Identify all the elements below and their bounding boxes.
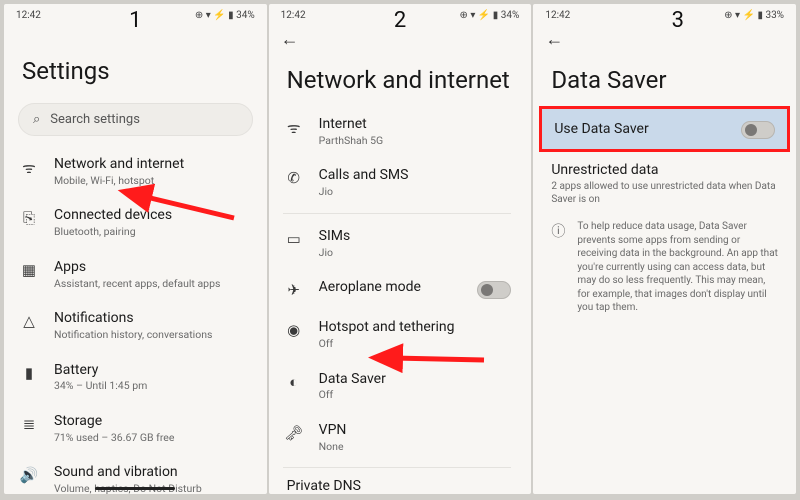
row-storage[interactable]: ≣ Storage 71% used – 36.67 GB free: [4, 403, 261, 454]
vpn-icon: 🗝: [283, 422, 305, 442]
sim-icon: ▭: [283, 228, 305, 248]
row-data-saver[interactable]: ◐ Data Saver Off: [269, 361, 526, 412]
wifi-icon: ᯤ: [18, 156, 40, 178]
row-label: Private DNS: [287, 478, 508, 494]
plane-icon: ✈: [283, 279, 305, 299]
apps-icon: ▦: [18, 259, 40, 279]
data-saver-toggle[interactable]: [741, 121, 775, 139]
clock: 12:42: [281, 10, 306, 21]
row-aeroplane-mode[interactable]: ✈ Aeroplane mode: [269, 269, 526, 309]
row-label: Data Saver: [319, 371, 512, 388]
row-label: Connected devices: [54, 207, 247, 224]
wifi-icon: ᯤ: [283, 116, 305, 138]
unrestricted-sub: 2 apps allowed to use unrestricted data …: [533, 178, 796, 214]
row-sub: Off: [319, 338, 512, 351]
datasaver-icon: ◐: [283, 371, 305, 391]
screen-1-settings: 1 12:42 ⊕ ▾ ⚡ ▮ 34% Settings ⌕ Search se…: [4, 4, 267, 494]
row-label: Battery: [54, 362, 247, 379]
row-battery[interactable]: ▮ Battery 34% – Until 1:45 pm: [4, 352, 261, 403]
info-icon: ⓘ: [551, 220, 565, 241]
step-number-1: 1: [129, 8, 141, 33]
row-network-internet[interactable]: ᯤ Network and internet Mobile, Wi-Fi, ho…: [4, 146, 261, 197]
row-sims[interactable]: ▭ SIMs Jio: [269, 218, 526, 269]
sound-icon: 🔊: [18, 464, 40, 484]
bell-icon: △: [18, 310, 40, 330]
row-sub: Jio: [319, 186, 512, 199]
row-sub: Mobile, Wi-Fi, hotspot: [54, 175, 247, 188]
network-list: ᯤ Internet ParthShah 5G ✆ Calls and SMS …: [269, 106, 532, 494]
screen-2-network: 2 12:42 ⊕ ▾ ⚡ ▮ 34% ← Network and intern…: [269, 4, 532, 494]
row-label: Notifications: [54, 310, 247, 327]
row-label: Internet: [319, 116, 512, 133]
row-label: VPN: [319, 422, 512, 439]
status-bar: 12:42 ⊕ ▾ ⚡ ▮ 33%: [533, 4, 796, 23]
row-hotspot[interactable]: ◉ Hotspot and tethering Off: [269, 309, 526, 360]
phone-icon: ✆: [283, 167, 305, 187]
back-icon[interactable]: ←: [281, 29, 299, 50]
row-label: Storage: [54, 413, 247, 430]
battery-icon: ▮: [18, 362, 40, 382]
row-sub: 71% used – 36.67 GB free: [54, 432, 247, 445]
back-icon[interactable]: ←: [545, 29, 563, 50]
status-icons: ⊕ ▾ ⚡ ▮ 34%: [195, 10, 255, 21]
status-icons: ⊕ ▾ ⚡ ▮ 34%: [460, 10, 520, 21]
page-title: Data Saver: [533, 50, 796, 106]
row-apps[interactable]: ▦ Apps Assistant, recent apps, default a…: [4, 249, 261, 300]
row-label: Apps: [54, 259, 247, 276]
info-text: To help reduce data usage, Data Saver pr…: [577, 220, 778, 315]
row-sub: ParthShah 5G: [319, 135, 512, 148]
row-label: Hotspot and tethering: [319, 319, 512, 336]
status-icons: ⊕ ▾ ⚡ ▮ 33%: [724, 10, 784, 21]
row-sub: None: [319, 441, 512, 454]
search-input[interactable]: ⌕ Search settings: [18, 103, 253, 136]
hotspot-icon: ◉: [283, 319, 305, 339]
clock: 12:42: [16, 10, 41, 21]
row-connected-devices[interactable]: ⎘ Connected devices Bluetooth, pairing: [4, 197, 261, 248]
nav-indicator: [95, 487, 175, 490]
divider: [283, 213, 512, 214]
devices-icon: ⎘: [18, 207, 40, 227]
row-label: Calls and SMS: [319, 167, 512, 184]
page-title: Settings: [4, 23, 267, 99]
info-section: ⓘ To help reduce data usage, Data Saver …: [533, 214, 796, 321]
row-sub: 34% – Until 1:45 pm: [54, 380, 247, 393]
row-calls-sms[interactable]: ✆ Calls and SMS Jio: [269, 157, 526, 208]
step-number-3: 3: [672, 8, 684, 33]
clock: 12:42: [545, 10, 570, 21]
search-placeholder: Search settings: [50, 112, 140, 127]
row-sub: Notification history, conversations: [54, 329, 247, 342]
row-sub: Bluetooth, pairing: [54, 226, 247, 239]
aeroplane-toggle[interactable]: [477, 281, 511, 299]
row-label: Network and internet: [54, 156, 247, 173]
row-vpn[interactable]: 🗝 VPN None: [269, 412, 526, 463]
screen-3-data-saver: 3 12:42 ⊕ ▾ ⚡ ▮ 33% ← Data Saver Use Dat…: [533, 4, 796, 494]
unrestricted-title[interactable]: Unrestricted data: [533, 162, 796, 178]
divider: [283, 467, 512, 468]
row-sub: Assistant, recent apps, default apps: [54, 278, 247, 291]
use-data-saver-row[interactable]: Use Data Saver: [539, 106, 790, 152]
row-sub: Jio: [319, 247, 512, 260]
row-internet[interactable]: ᯤ Internet ParthShah 5G: [269, 106, 526, 157]
row-private-dns[interactable]: Private DNS Automatic: [269, 472, 526, 494]
page-title: Network and internet: [269, 50, 532, 106]
row-sub: Off: [319, 389, 512, 402]
row-label: Aeroplane mode: [319, 279, 464, 296]
settings-list: ᯤ Network and internet Mobile, Wi-Fi, ho…: [4, 146, 267, 494]
row-notifications[interactable]: △ Notifications Notification history, co…: [4, 300, 261, 351]
search-icon: ⌕: [33, 112, 40, 127]
storage-icon: ≣: [18, 413, 40, 433]
step-number-2: 2: [394, 8, 406, 33]
row-label: SIMs: [319, 228, 512, 245]
row-label: Sound and vibration: [54, 464, 247, 481]
use-data-saver-label: Use Data Saver: [554, 121, 648, 137]
